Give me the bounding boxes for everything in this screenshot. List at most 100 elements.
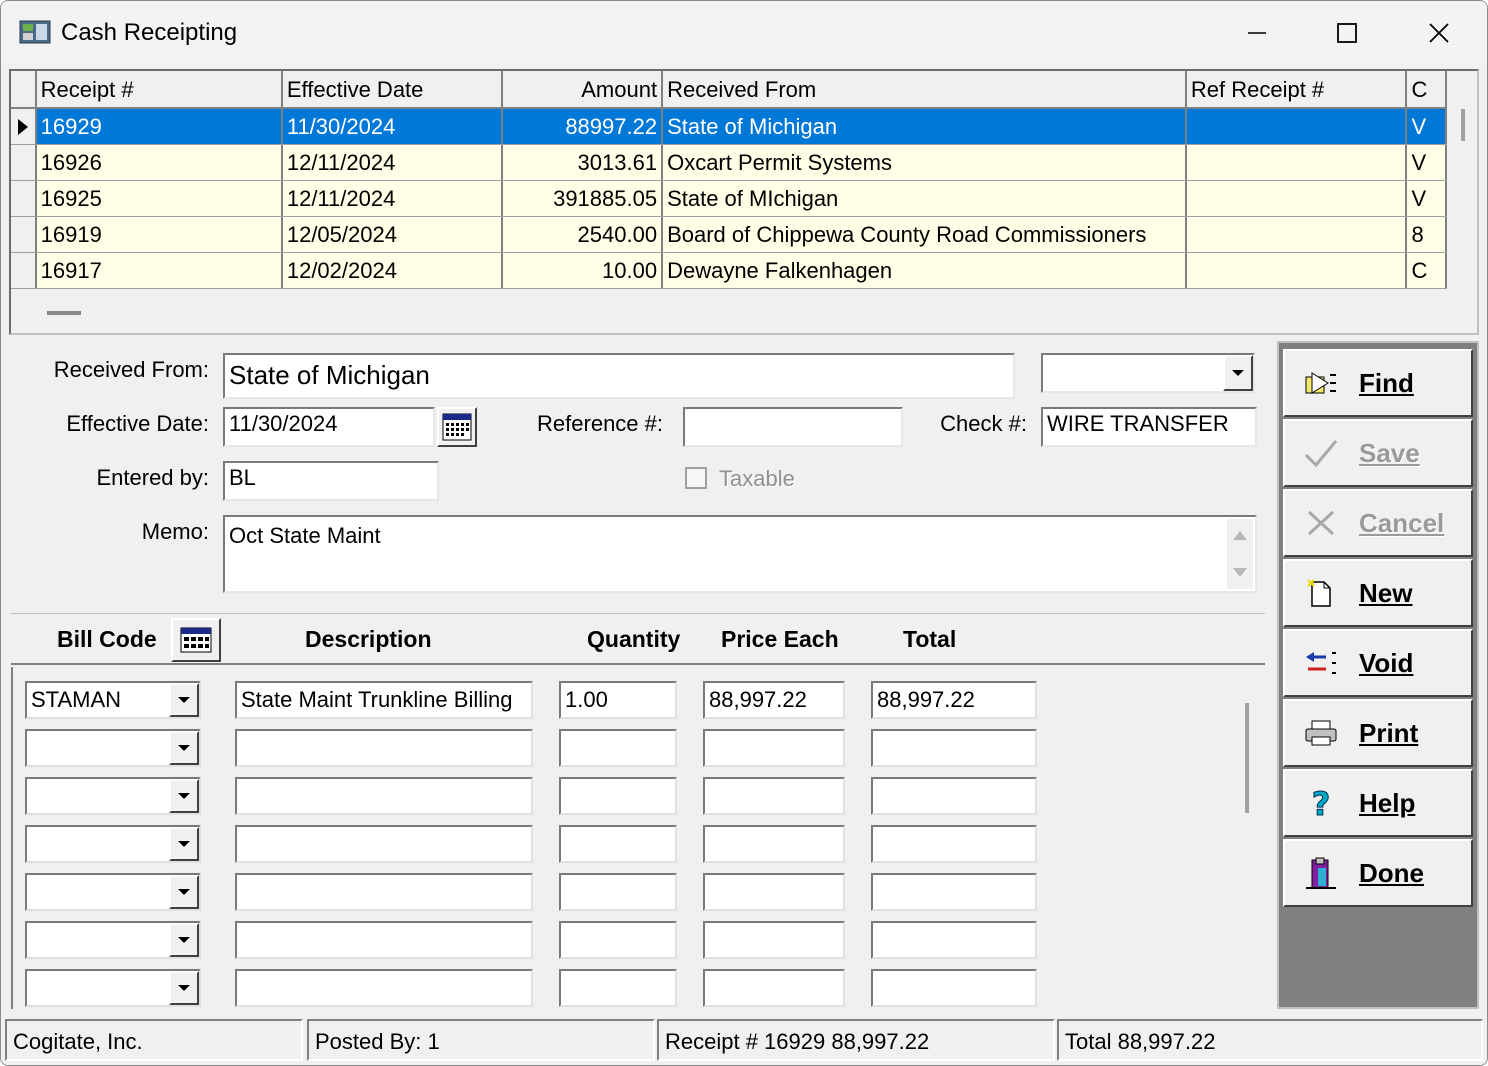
effective-date-input[interactable]: 11/30/2024 — [223, 407, 435, 447]
bill-code-select[interactable] — [25, 729, 201, 767]
col-effective-date[interactable]: Effective Date — [283, 71, 504, 107]
memo-label: Memo: — [141, 519, 209, 544]
price-each-header: Price Each — [721, 626, 839, 652]
price-each-input[interactable] — [703, 921, 845, 959]
bill-code-dropdown-button[interactable] — [169, 875, 199, 909]
close-button[interactable] — [1409, 13, 1469, 53]
billing-lines: STAMAN State Maint Trunkline Billing 1.00 8… — [11, 667, 1265, 1009]
grid-header: Receipt # Effective Date Amount Received… — [11, 71, 1447, 109]
total-input[interactable] — [871, 777, 1037, 815]
price-each-input[interactable] — [703, 777, 845, 815]
col-amount[interactable]: Amount — [503, 71, 664, 107]
chevron-down-icon — [1232, 370, 1244, 376]
chevron-down-icon — [178, 745, 190, 751]
total-input[interactable] — [871, 825, 1037, 863]
taxable-checkbox[interactable] — [685, 467, 707, 489]
quantity-input[interactable] — [559, 777, 677, 815]
description-input[interactable]: State Maint Trunkline Billing — [235, 681, 533, 719]
total-input[interactable] — [871, 969, 1037, 1007]
price-each-input[interactable]: 88,997.22 — [703, 681, 845, 719]
find-icon — [1305, 372, 1336, 394]
done-button[interactable]: Done — [1283, 839, 1473, 907]
chevron-down-icon — [178, 889, 190, 895]
price-each-input[interactable] — [703, 729, 845, 767]
price-each-input[interactable] — [703, 969, 845, 1007]
bill-code-select[interactable] — [25, 969, 201, 1007]
table-row[interactable]: 16929 11/30/2024 88997.22 State of Michi… — [11, 109, 1447, 145]
bill-code-dropdown-button[interactable] — [169, 971, 199, 1005]
entered-by-input[interactable]: BL — [223, 461, 439, 501]
status-bar: Cogitate, Inc. Posted By: 1 Receipt # 16… — [1, 1015, 1487, 1065]
description-input[interactable] — [235, 873, 533, 911]
memo-textarea[interactable]: Oct State Maint — [223, 515, 1257, 593]
bill-code-select[interactable] — [25, 873, 201, 911]
action-button-panel: Find Save Cancel New Void Print ? Help D — [1277, 341, 1479, 1009]
grid-vertical-scrollbar[interactable] — [1447, 71, 1477, 293]
quantity-input[interactable] — [559, 873, 677, 911]
minimize-button[interactable] — [1227, 13, 1287, 53]
bill-code-dropdown-button[interactable] — [169, 683, 199, 717]
print-button[interactable]: Print — [1283, 699, 1473, 767]
price-each-input[interactable] — [703, 825, 845, 863]
chevron-down-icon — [178, 793, 190, 799]
memo-scrollbar[interactable] — [1227, 519, 1253, 589]
maximize-button[interactable] — [1317, 13, 1377, 53]
description-input[interactable] — [235, 825, 533, 863]
cash-receipting-window: Cash Receipting Receipt # Effective Date… — [0, 0, 1488, 1066]
received-from-dropdown[interactable] — [1041, 353, 1255, 393]
entered-by-label: Entered by: — [96, 465, 209, 490]
help-button[interactable]: ? Help — [1283, 769, 1473, 837]
total-input[interactable] — [871, 921, 1037, 959]
save-button[interactable]: Save — [1283, 419, 1473, 487]
col-receipt-number[interactable]: Receipt # — [37, 71, 283, 107]
description-input[interactable] — [235, 969, 533, 1007]
description-input[interactable] — [235, 777, 533, 815]
dropdown-button[interactable] — [1223, 355, 1253, 391]
receipts-grid[interactable]: Receipt # Effective Date Amount Received… — [9, 69, 1479, 335]
total-input[interactable] — [871, 729, 1037, 767]
billing-scroll-thumb[interactable] — [1245, 703, 1249, 813]
description-input[interactable] — [235, 921, 533, 959]
received-from-input[interactable]: State of Michigan — [223, 353, 1015, 399]
table-row[interactable]: 16919 12/05/2024 2540.00 Board of Chippe… — [11, 217, 1447, 253]
svg-text:?: ? — [1312, 786, 1331, 820]
taxable-label: Taxable — [719, 466, 795, 491]
new-button[interactable]: New — [1283, 559, 1473, 627]
quantity-input[interactable]: 1.00 — [559, 681, 677, 719]
bill-code-lookup-button[interactable] — [171, 618, 221, 662]
date-picker-button[interactable] — [437, 407, 477, 447]
quantity-input[interactable] — [559, 825, 677, 863]
grid-horizontal-scroll-thumb[interactable] — [47, 311, 81, 315]
bill-code-select[interactable] — [25, 777, 201, 815]
quantity-input[interactable] — [559, 969, 677, 1007]
cancel-button[interactable]: Cancel — [1283, 489, 1473, 557]
quantity-input[interactable] — [559, 921, 677, 959]
total-header: Total — [903, 626, 957, 652]
col-c[interactable]: C — [1407, 71, 1447, 107]
scroll-up-icon[interactable] — [1232, 529, 1248, 541]
find-button[interactable]: Find — [1283, 349, 1473, 417]
bill-code-select[interactable]: STAMAN — [25, 681, 201, 719]
chevron-down-icon — [178, 841, 190, 847]
total-input[interactable]: 88,997.22 — [871, 681, 1037, 719]
bill-code-dropdown-button[interactable] — [169, 779, 199, 813]
col-received-from[interactable]: Received From — [663, 71, 1187, 107]
description-input[interactable] — [235, 729, 533, 767]
table-row[interactable]: 16925 12/11/2024 391885.05 State of MIch… — [11, 181, 1447, 217]
bill-code-select[interactable] — [25, 921, 201, 959]
void-button[interactable]: Void — [1283, 629, 1473, 697]
price-each-input[interactable] — [703, 873, 845, 911]
bill-code-dropdown-button[interactable] — [169, 923, 199, 957]
bill-code-select[interactable] — [25, 825, 201, 863]
table-row[interactable]: 16926 12/11/2024 3013.61 Oxcart Permit S… — [11, 145, 1447, 181]
col-ref-receipt[interactable]: Ref Receipt # — [1187, 71, 1408, 107]
table-row[interactable]: 16917 12/02/2024 10.00 Dewayne Falkenhag… — [11, 253, 1447, 289]
quantity-input[interactable] — [559, 729, 677, 767]
bill-code-dropdown-button[interactable] — [169, 827, 199, 861]
check-number-input[interactable]: WIRE TRANSFER — [1041, 407, 1257, 447]
total-input[interactable] — [871, 873, 1037, 911]
grid-scroll-thumb[interactable] — [1461, 109, 1465, 141]
reference-input[interactable] — [683, 407, 903, 447]
scroll-down-icon[interactable] — [1232, 567, 1248, 579]
bill-code-dropdown-button[interactable] — [169, 731, 199, 765]
